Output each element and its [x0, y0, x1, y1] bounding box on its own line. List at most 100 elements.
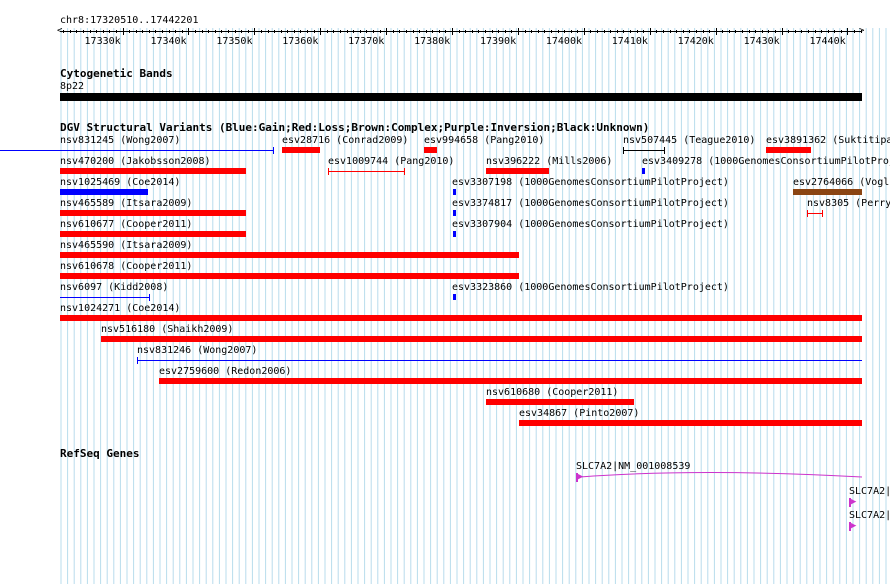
variant-end-cap [404, 168, 405, 175]
ruler-minor-tick [537, 30, 539, 33]
variant-line[interactable] [807, 213, 823, 214]
variant-bar[interactable] [519, 420, 862, 426]
ruler-tick-label: 17380k [414, 36, 451, 47]
variant-line[interactable] [0, 150, 274, 151]
variant-label[interactable]: nsv396222 (Mills2006) [486, 156, 612, 167]
variant-label[interactable]: esv3374817 (1000GenomesConsortiumPilotPr… [452, 198, 729, 209]
ruler-minor-tick [603, 30, 605, 33]
variant-label[interactable]: esv994658 (Pang2010) [424, 135, 544, 146]
variant-bar[interactable] [101, 336, 862, 342]
variant-label[interactable]: nsv6097 (Kidd2008) [60, 282, 168, 293]
ruler-minor-tick [616, 30, 618, 33]
variant-bar[interactable] [60, 252, 519, 258]
variant-bar[interactable] [793, 189, 862, 195]
ruler-minor-tick [168, 30, 170, 33]
ruler-minor-tick [471, 30, 473, 33]
ruler-major-tick [122, 28, 124, 35]
ruler-minor-tick [544, 30, 546, 33]
variant-bar[interactable] [282, 147, 320, 153]
ruler-major-tick [649, 28, 651, 35]
gene-label[interactable]: SLC7A2| [849, 486, 890, 497]
variant-tick[interactable] [453, 189, 456, 195]
ruler-minor-tick [234, 30, 236, 33]
variant-label[interactable]: nsv8305 (Perry2008) [807, 198, 890, 209]
ruler-major-tick [386, 28, 388, 35]
variant-bar[interactable] [60, 210, 246, 216]
ruler-minor-tick [333, 30, 335, 33]
variant-label[interactable]: esv3409278 (1000GenomesConsortiumPilotPr… [642, 156, 890, 167]
variant-tick[interactable] [453, 231, 456, 237]
variant-label[interactable]: nsv1025469 (Coe2014) [60, 177, 180, 188]
variant-label[interactable]: nsv1024271 (Coe2014) [60, 303, 180, 314]
variant-bar[interactable] [60, 189, 148, 195]
strand-arrow-icon: ▶ [851, 521, 857, 531]
variant-line[interactable] [623, 150, 665, 151]
variant-label[interactable]: esv1009744 (Pang2010) [328, 156, 454, 167]
ruler-minor-tick [774, 30, 776, 33]
gene-label[interactable]: SLC7A2| [849, 510, 890, 521]
ruler-minor-tick [307, 30, 309, 33]
variant-line[interactable] [328, 171, 405, 172]
variant-label[interactable]: esv2759600 (Redon2006) [159, 366, 291, 377]
ruler-minor-tick [735, 30, 737, 33]
ruler-minor-tick [748, 30, 750, 33]
variant-label[interactable]: nsv610677 (Cooper2011) [60, 219, 192, 230]
variant-bar[interactable] [60, 168, 246, 174]
variant-label[interactable]: esv34867 (Pinto2007) [519, 408, 639, 419]
variant-bar[interactable] [486, 168, 549, 174]
variant-line[interactable] [137, 360, 862, 361]
variant-end-cap [623, 147, 624, 154]
variant-label[interactable]: esv3307904 (1000GenomesConsortiumPilotPr… [452, 219, 729, 230]
ruler-minor-tick [419, 30, 421, 33]
variant-label[interactable]: nsv465589 (Itsara2009) [60, 198, 192, 209]
variant-bar[interactable] [159, 378, 862, 384]
variant-bar[interactable] [424, 147, 437, 153]
gene-label[interactable]: SLC7A2|NM_001008539 [576, 461, 690, 472]
variant-tick[interactable] [642, 168, 645, 174]
ruler-tick-label: 17440k [809, 36, 846, 47]
ruler-minor-tick [274, 30, 276, 33]
ruler-minor-tick [425, 30, 427, 33]
ruler-minor-tick [768, 30, 770, 33]
variant-label[interactable]: nsv516180 (Shaikh2009) [101, 324, 233, 335]
variant-bar[interactable] [60, 231, 246, 237]
variant-label[interactable]: nsv831245 (Wong2007) [60, 135, 180, 146]
variant-label[interactable]: nsv507445 (Teague2010) [623, 135, 755, 146]
variant-label[interactable]: esv28716 (Conrad2009) [282, 135, 408, 146]
variant-tick[interactable] [453, 294, 456, 300]
ruler-minor-tick [676, 30, 678, 33]
variant-label[interactable]: esv3323860 (1000GenomesConsortiumPilotPr… [452, 282, 729, 293]
variant-label[interactable]: esv2764066 (Vogler2010) [793, 177, 890, 188]
variant-end-cap [328, 168, 329, 175]
variant-bar[interactable] [60, 273, 519, 279]
cytoband-bar[interactable] [60, 93, 862, 101]
ruler-minor-tick [366, 30, 368, 33]
variant-bar[interactable] [60, 315, 862, 321]
ruler-minor-tick [432, 30, 434, 33]
ruler-minor-tick [702, 30, 704, 33]
ruler-minor-tick [280, 30, 282, 33]
variant-label[interactable]: esv3307198 (1000GenomesConsortiumPilotPr… [452, 177, 729, 188]
variant-label[interactable]: nsv610680 (Cooper2011) [486, 387, 618, 398]
variant-line[interactable] [60, 297, 150, 298]
ruler-minor-tick [755, 30, 757, 33]
variant-label[interactable]: nsv610678 (Cooper2011) [60, 261, 192, 272]
variant-tick[interactable] [453, 210, 456, 216]
variant-bar[interactable] [486, 399, 634, 405]
variant-label[interactable]: nsv465590 (Itsara2009) [60, 240, 192, 251]
ruler-minor-tick [550, 30, 552, 33]
variant-label[interactable]: nsv470200 (Jakobsson2008) [60, 156, 211, 167]
ruler-minor-tick [135, 30, 137, 33]
variant-end-cap [664, 147, 665, 154]
variant-label[interactable]: nsv831246 (Wong2007) [137, 345, 257, 356]
variant-bar[interactable] [766, 147, 811, 153]
ruler-minor-tick [412, 30, 414, 33]
ruler-minor-tick [728, 30, 730, 33]
cytoband-track-title: Cytogenetic Bands [60, 67, 173, 80]
variant-label[interactable]: esv3891362 (Suktitipat2014) [766, 135, 890, 146]
ruler-minor-tick [208, 30, 210, 33]
ruler-left-arrow: < [57, 26, 63, 36]
ruler-minor-tick [761, 30, 763, 33]
ruler-minor-tick [814, 30, 816, 33]
ruler-minor-tick [597, 30, 599, 33]
